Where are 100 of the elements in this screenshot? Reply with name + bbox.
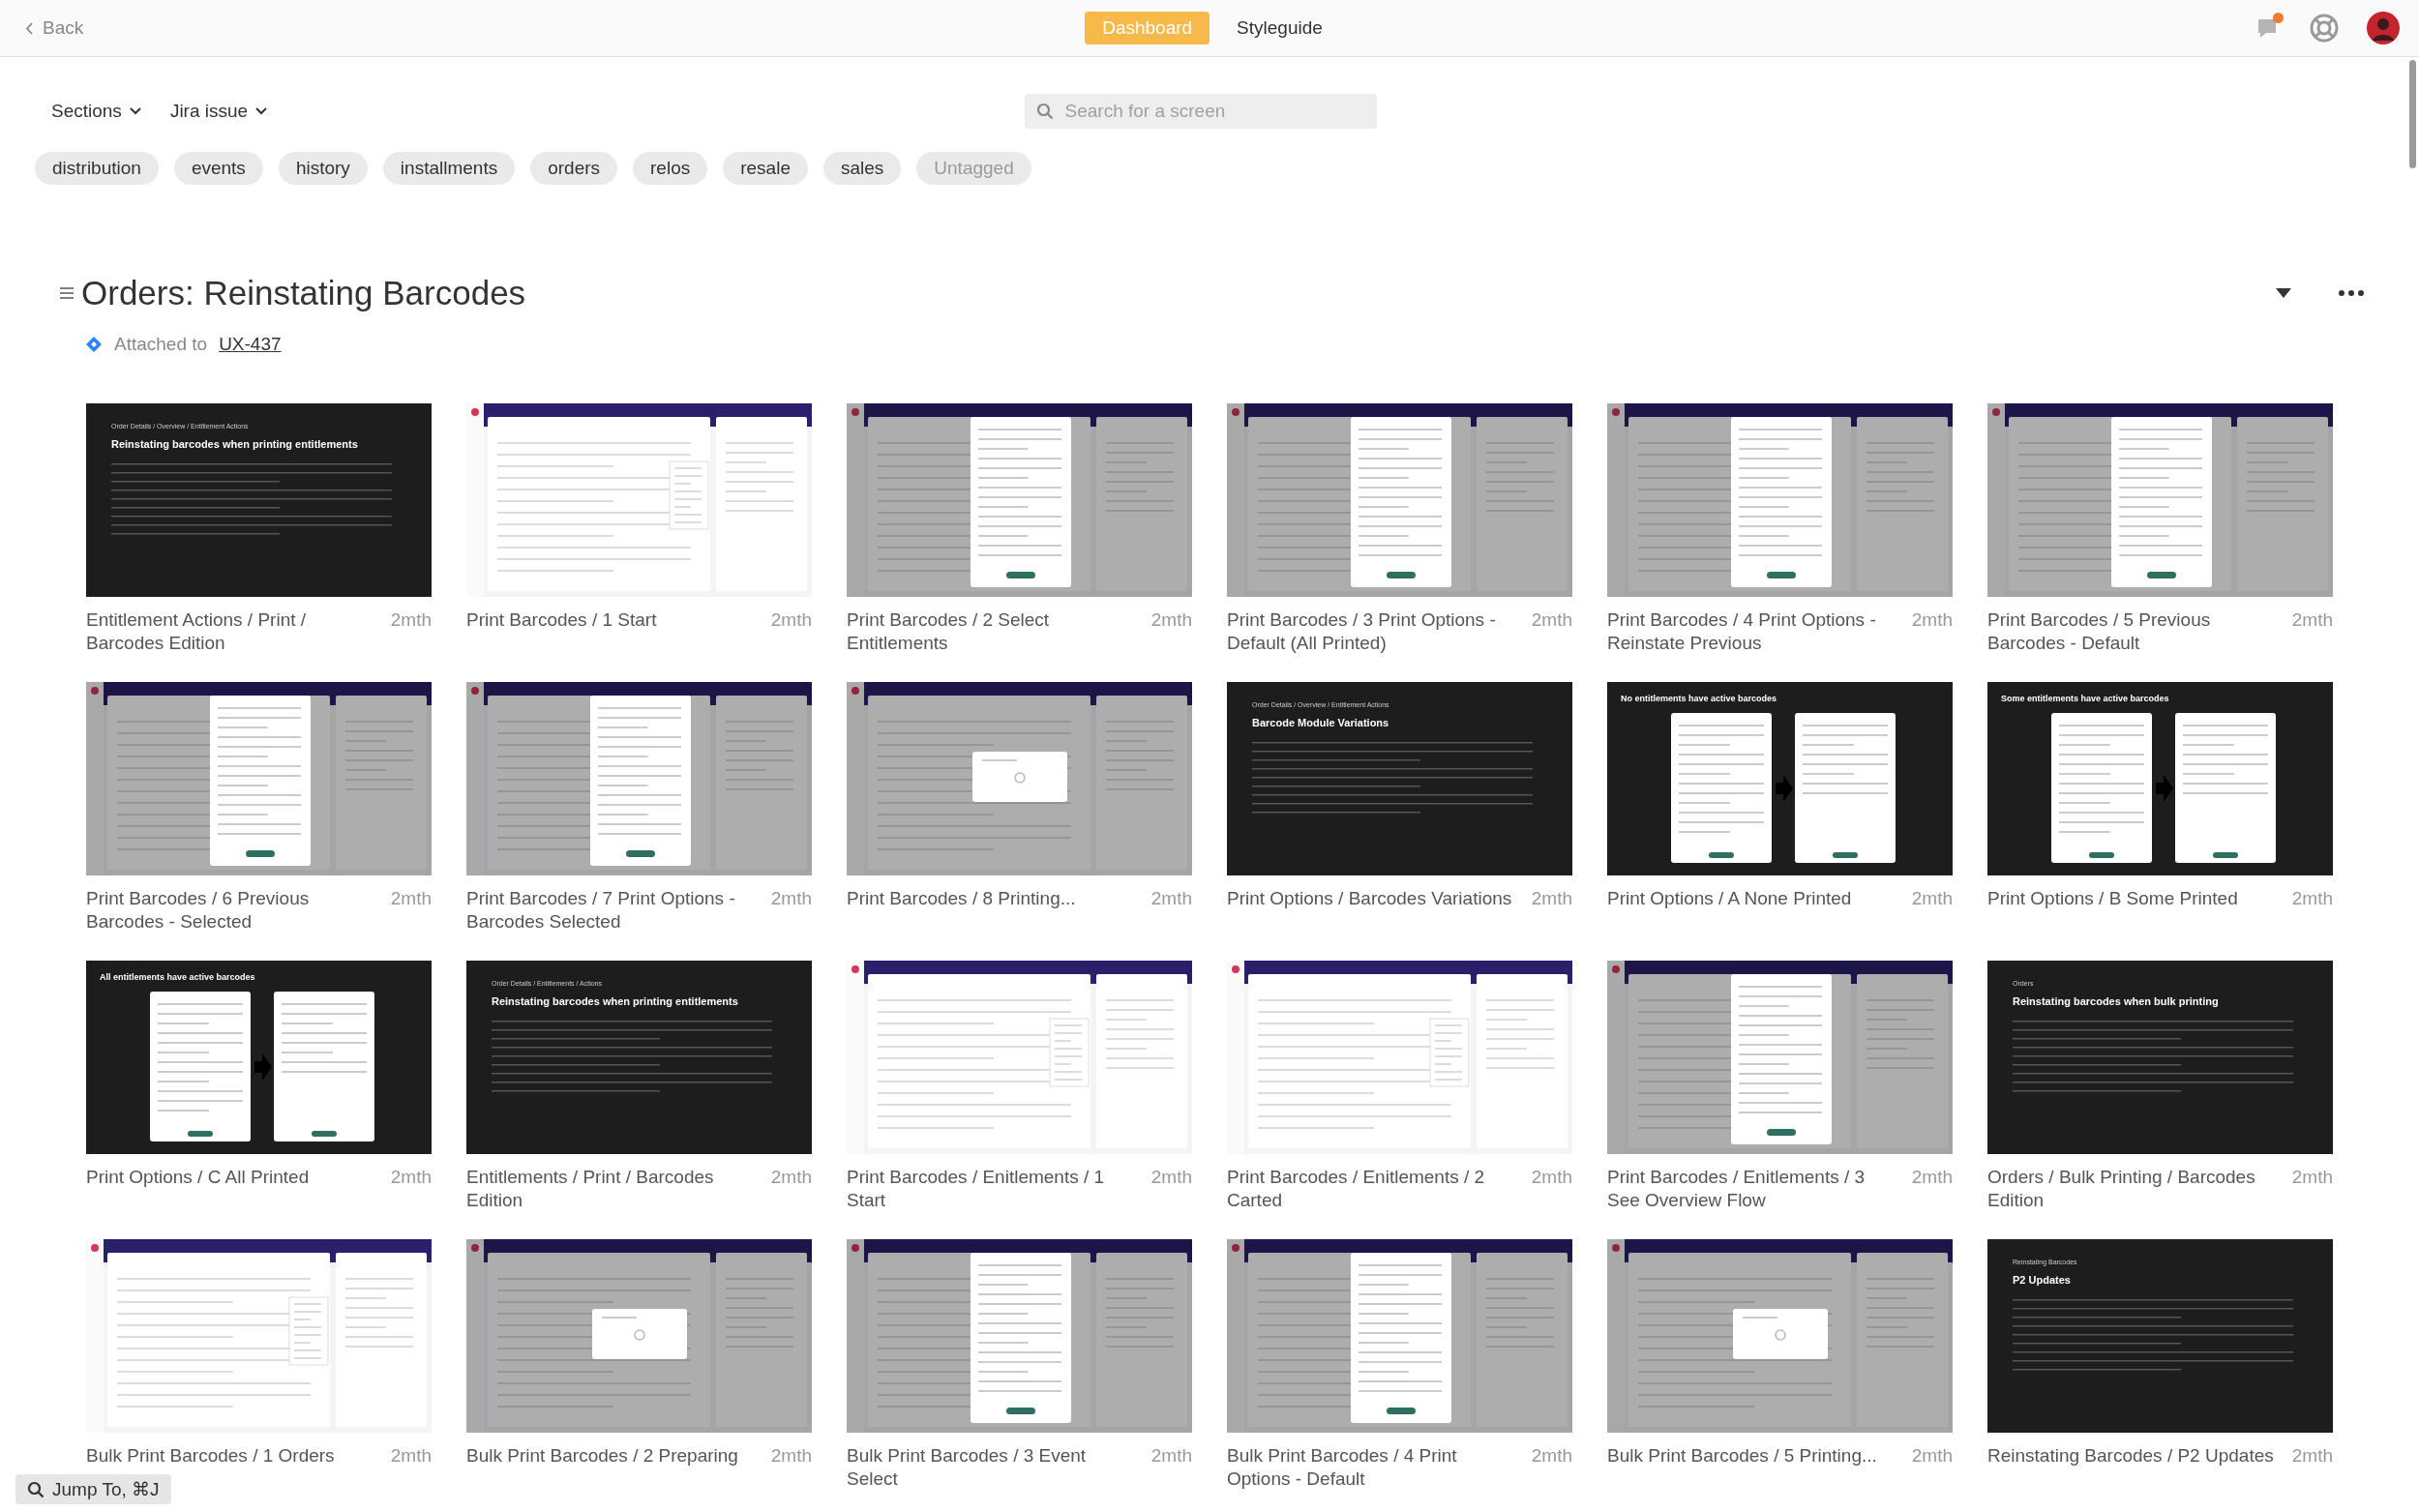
- screen-caption: Print Barcodes / Enitlements / 2 Carted: [1227, 1166, 1486, 1212]
- screen-thumbnail[interactable]: [847, 961, 1192, 1154]
- tag-chip[interactable]: resale: [723, 152, 808, 185]
- slide-title: Barcode Module Variations: [1252, 717, 1389, 728]
- screen-age: 2mth: [1911, 887, 1953, 910]
- screen-thumbnail[interactable]: [86, 1239, 432, 1433]
- screen-caption: Orders / Bulk Printing / Barcodes Edition: [1987, 1166, 2256, 1212]
- chevron-left-icon: [25, 21, 33, 35]
- search-icon: [1035, 103, 1054, 120]
- screen-caption: Print Barcodes / 1 Start: [466, 608, 657, 632]
- screen-caption: Print Barcodes / 6 Previous Barcodes - Selected: [86, 887, 311, 934]
- search-field[interactable]: Search for a screen: [1062, 100, 1365, 123]
- screen-caption: Bulk Print Barcodes / 4 Print Options - Default: [1227, 1444, 1458, 1491]
- drag-handle-icon[interactable]: [60, 287, 74, 299]
- screen-thumbnail[interactable]: [1227, 961, 1572, 1154]
- screen-age: 2mth: [770, 1444, 812, 1468]
- screen-age: 2mth: [1150, 608, 1192, 632]
- attached-label: Attached to: [114, 334, 208, 355]
- chevron-down-icon: [255, 107, 268, 115]
- screen-thumbnail[interactable]: [1227, 1239, 1572, 1433]
- screen-caption: Print Options / Barcodes Variations: [1227, 887, 1512, 910]
- screen-caption: Reinstating Barcodes / P2 Updates: [1987, 1444, 2274, 1468]
- screen-age: 2mth: [390, 1166, 432, 1189]
- screen-caption: Print Barcodes / 5 Previous Barcodes - Default: [1987, 608, 2212, 655]
- more-icon[interactable]: [2339, 290, 2364, 296]
- arrow-icon: [254, 1053, 272, 1081]
- screen-caption: Print Barcodes / 4 Print Options - Reinstate Previous: [1607, 608, 1877, 655]
- slide-title: Some entitlements have active barcodes: [2001, 694, 2169, 703]
- issue-link[interactable]: UX-437: [219, 334, 282, 355]
- screen-age: 2mth: [1911, 608, 1953, 632]
- screen-caption: Print Barcodes / Enitlements / 1 Start: [847, 1166, 1106, 1212]
- screen-age: 2mth: [1911, 1444, 1953, 1468]
- screen-caption: Entitlements / Print / Barcodes Edition: [466, 1166, 715, 1212]
- screen-thumbnail[interactable]: All entitlements have active barcodes: [86, 961, 432, 1154]
- screen-thumbnail[interactable]: No entitlements have active barcodes: [1607, 682, 1953, 875]
- screen-caption: Bulk Print Barcodes / 1 Orders: [86, 1444, 335, 1468]
- screen-age: 2mth: [1531, 1166, 1572, 1189]
- screen-thumbnail[interactable]: [466, 682, 812, 875]
- screen-caption: Print Barcodes / 8 Printing...: [847, 887, 1076, 910]
- screen-caption: Print Options / A None Printed: [1607, 887, 1852, 910]
- screen-thumbnail[interactable]: [1987, 403, 2333, 597]
- screen-thumbnail[interactable]: [86, 682, 432, 875]
- avatar-icon[interactable]: [2367, 12, 2400, 44]
- search-bar[interactable]: Search for a screen: [1024, 94, 1377, 129]
- tag-chip[interactable]: orders: [530, 152, 618, 185]
- filter-dropdown[interactable]: Jira issue: [169, 101, 268, 122]
- arrow-icon: [2156, 775, 2173, 802]
- screen-age: 2mth: [1531, 608, 1572, 632]
- screen-age: 2mth: [1531, 1444, 1572, 1468]
- tag-chip[interactable]: relos: [633, 152, 708, 185]
- screen-age: 2mth: [2291, 608, 2333, 632]
- screen-age: 2mth: [1150, 1444, 1192, 1468]
- screen-age: 2mth: [1150, 887, 1192, 910]
- screen-thumbnail[interactable]: [1607, 1239, 1953, 1433]
- screen-thumbnail[interactable]: Some entitlements have active barcodes: [1987, 682, 2333, 875]
- screen-age: 2mth: [390, 608, 432, 632]
- screen-caption: Entitlement Actions / Print / Barcodes Edition: [86, 608, 308, 655]
- nav-tab[interactable]: Styleguide: [1219, 12, 1340, 44]
- screen-thumbnail[interactable]: [1607, 403, 1953, 597]
- screen-caption: Bulk Print Barcodes / 3 Event Select: [847, 1444, 1088, 1491]
- tag-chip[interactable]: installments: [382, 152, 516, 185]
- screen-thumbnail[interactable]: [847, 682, 1192, 875]
- chevron-down-icon: [129, 107, 141, 115]
- screen-caption: Print Options / B Some Printed: [1987, 887, 2238, 910]
- section-title: Orders: Reinstating Barcodes: [81, 274, 527, 312]
- screen-thumbnail[interactable]: [847, 1239, 1192, 1433]
- slide-title: Reinstating barcodes when bulk printing: [2013, 995, 2219, 1007]
- tag-chip[interactable]: events: [173, 152, 263, 185]
- screen-age: 2mth: [770, 887, 812, 910]
- caret-down-icon[interactable]: [2275, 287, 2292, 299]
- tag-chip[interactable]: distribution: [35, 152, 159, 185]
- screen-age: 2mth: [2291, 1444, 2333, 1468]
- screen-age: 2mth: [390, 887, 432, 910]
- back-link[interactable]: Back: [25, 17, 1086, 39]
- screen-thumbnail[interactable]: [466, 1239, 812, 1433]
- tag-chip[interactable]: history: [278, 152, 368, 185]
- screen-thumbnail[interactable]: [847, 403, 1192, 597]
- arrow-icon: [1776, 775, 1793, 802]
- screen-age: 2mth: [1911, 1166, 1953, 1189]
- search-icon: [27, 1480, 45, 1498]
- jira-icon: [85, 336, 103, 353]
- screen-age: 2mth: [390, 1444, 432, 1468]
- screen-caption: Print Barcodes / 7 Print Options - Barcodes Selected: [466, 887, 736, 934]
- jump-to-button[interactable]: Jump To, ⌘J: [15, 1474, 171, 1504]
- help-icon[interactable]: [2309, 13, 2340, 44]
- tag-chip[interactable]: sales: [822, 152, 902, 185]
- screen-thumbnail[interactable]: [1227, 403, 1572, 597]
- screen-age: 2mth: [1531, 887, 1572, 910]
- filter-dropdown[interactable]: Sections: [51, 101, 141, 122]
- screen-age: 2mth: [770, 608, 812, 632]
- slide-title: P2 Updates: [2013, 1274, 2071, 1286]
- slide-title: Reinstating barcodes when printing entitlements: [111, 438, 358, 450]
- screen-thumbnail[interactable]: [466, 403, 812, 597]
- screen-age: 2mth: [2291, 887, 2333, 910]
- screen-caption: Print Barcodes / 2 Select Entitlements: [847, 608, 1051, 655]
- slide-title: Reinstating barcodes when printing entitlements: [492, 995, 738, 1007]
- screen-caption: Bulk Print Barcodes / 2 Preparing: [466, 1444, 738, 1468]
- screen-thumbnail[interactable]: [1607, 961, 1953, 1154]
- screen-caption: Print Barcodes / 3 Print Options - Default (All Printed): [1227, 608, 1497, 655]
- screen-age: 2mth: [2291, 1166, 2333, 1189]
